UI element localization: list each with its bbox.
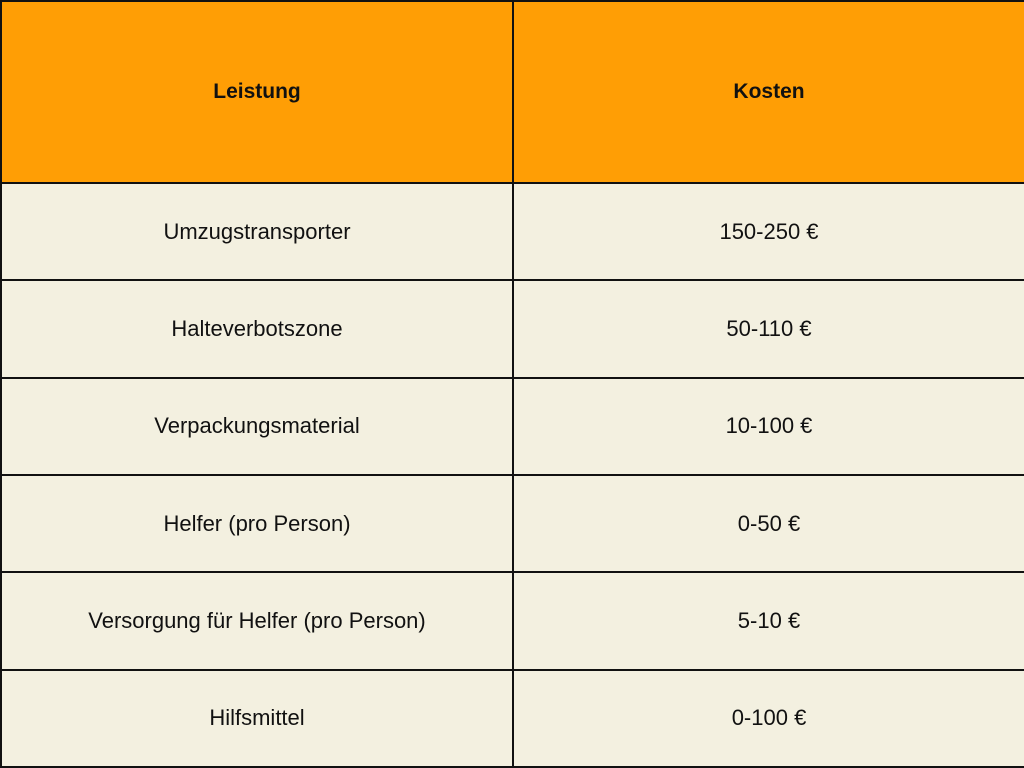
service-cell: Versorgung für Helfer (pro Person)	[0, 571, 514, 671]
header-row: Leistung Kosten	[0, 0, 1024, 184]
table-row: Helfer (pro Person) 0-50 €	[0, 473, 1024, 574]
cost-cell: 0-50 €	[512, 473, 1024, 574]
header-service: Leistung	[0, 0, 514, 184]
table-row: Umzugstransporter 150-250 €	[0, 181, 1024, 282]
header-cost: Kosten	[512, 0, 1024, 184]
service-cell: Helfer (pro Person)	[0, 473, 514, 574]
service-cell: Halteverbotszone	[0, 279, 514, 379]
table-row: Versorgung für Helfer (pro Person) 5-10 …	[0, 571, 1024, 671]
service-cell: Verpackungsmaterial	[0, 376, 514, 476]
service-cell: Hilfsmittel	[0, 668, 514, 768]
cost-cell: 150-250 €	[512, 181, 1024, 282]
table-body: Umzugstransporter 150-250 € Halteverbots…	[0, 181, 1024, 768]
cost-cell: 0-100 €	[512, 668, 1024, 768]
service-cell: Umzugstransporter	[0, 181, 514, 282]
table-header: Leistung Kosten	[0, 0, 1024, 184]
cost-cell: 10-100 €	[512, 376, 1024, 476]
table-row: Verpackungsmaterial 10-100 €	[0, 376, 1024, 476]
cost-cell: 50-110 €	[512, 279, 1024, 379]
table-row: Halteverbotszone 50-110 €	[0, 279, 1024, 379]
table-row: Hilfsmittel 0-100 €	[0, 668, 1024, 768]
cost-cell: 5-10 €	[512, 571, 1024, 671]
cost-table: Leistung Kosten Umzugstransporter 150-25…	[0, 0, 1024, 768]
